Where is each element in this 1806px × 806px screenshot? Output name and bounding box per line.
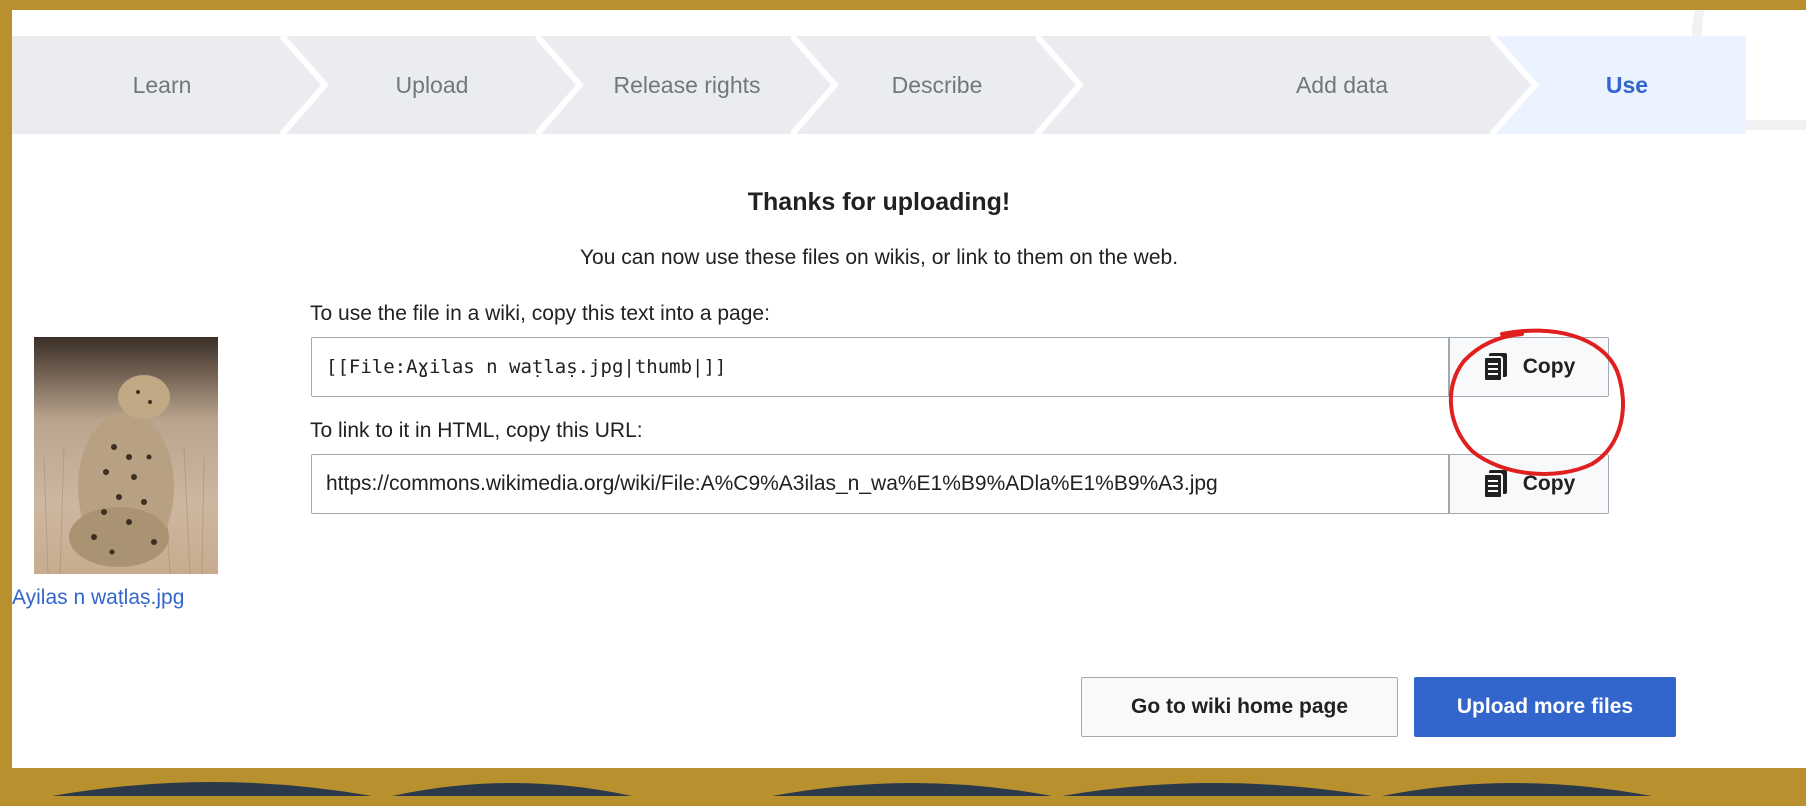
page-title: Thanks for uploading! (747, 188, 1011, 216)
step-use: Use (1605, 72, 1649, 98)
file-thumbnail[interactable] (34, 337, 218, 574)
url-field[interactable]: https://commons.wikimedia.org/wiki/File:… (311, 454, 1449, 514)
file-name-link[interactable]: Ayilas n waṭlaṣ.jpg (12, 586, 184, 610)
wizard-steps: Learn Upload Release rights Describe Add… (12, 36, 1746, 134)
wiki-text-label: To use the file in a wiki, copy this tex… (310, 302, 770, 325)
html-link-label: To link to it in HTML, copy this URL: (310, 419, 643, 442)
step-learn: Learn (132, 72, 192, 98)
decorative-bottom-border (12, 768, 1806, 796)
upload-more-files-button[interactable]: Upload more files (1414, 677, 1676, 737)
go-to-wiki-home-button[interactable]: Go to wiki home page (1081, 677, 1398, 737)
page-subtitle: You can now use these files on wikis, or… (579, 246, 1179, 269)
step-add-data: Add data (1295, 72, 1389, 98)
step-upload: Upload (395, 72, 469, 98)
leopard-image (34, 337, 218, 574)
upload-wizard-page: Learn Upload Release rights Describe Add… (12, 10, 1806, 796)
wikitext-field[interactable]: [[File:Aɣilas n waṭlaṣ.jpg|thumb|]] (311, 337, 1449, 397)
step-describe: Describe (891, 72, 983, 98)
red-circle-annotation (1448, 328, 1625, 476)
step-release-rights: Release rights (613, 72, 761, 98)
